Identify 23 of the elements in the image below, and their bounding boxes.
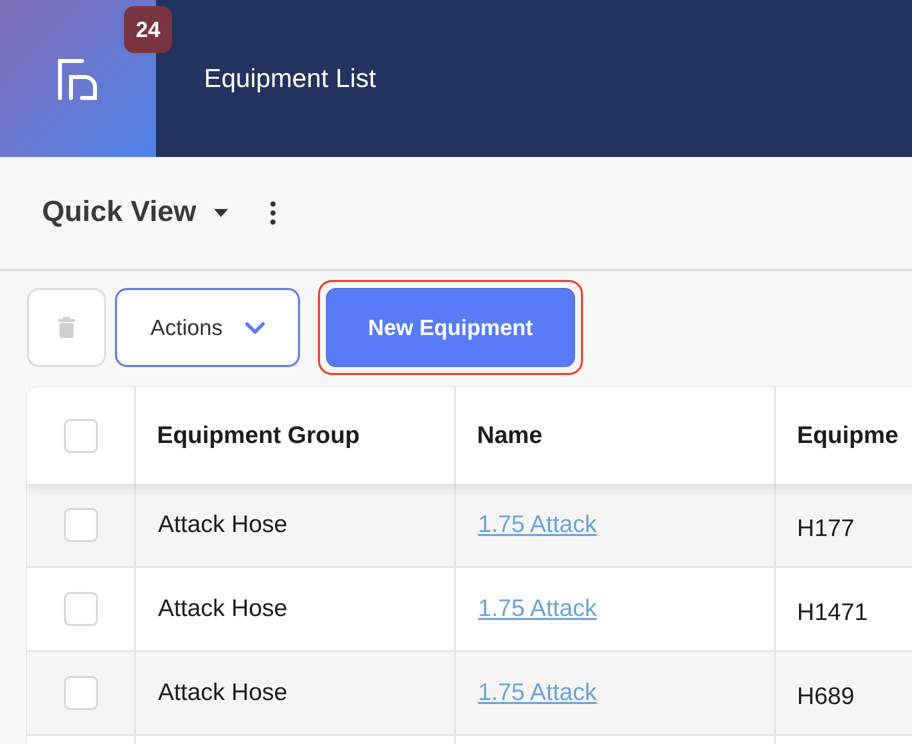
table-cell-text: H1471 <box>797 598 868 628</box>
notification-count: 24 <box>124 6 172 53</box>
caret-icon[interactable] <box>214 209 228 217</box>
trash-icon <box>58 317 75 338</box>
chevron-down-icon <box>244 322 265 334</box>
page-title: Equipment List <box>204 62 376 95</box>
checkbox[interactable] <box>64 676 98 710</box>
checkbox[interactable] <box>64 508 98 542</box>
checkbox[interactable] <box>64 418 98 452</box>
table-cell-text: Attack Hose <box>158 678 288 708</box>
table-cell-text: H689 <box>797 682 854 712</box>
table-cell-text: Attack Hose <box>158 510 288 540</box>
column-header[interactable]: Equipme <box>776 387 912 484</box>
view-title: Quick View <box>42 195 196 230</box>
actions-label: Actions <box>150 314 223 342</box>
kebab-menu-icon[interactable] <box>270 201 276 225</box>
new-equipment-button[interactable]: New Equipment <box>326 288 575 367</box>
actions-button[interactable]: Actions <box>115 288 300 367</box>
table-cell-text: Attack Hose <box>158 594 288 624</box>
delete-button[interactable] <box>27 288 106 367</box>
checkbox[interactable] <box>64 592 98 626</box>
table-cell-text: H177 <box>797 514 854 544</box>
logo-icon <box>57 58 99 100</box>
